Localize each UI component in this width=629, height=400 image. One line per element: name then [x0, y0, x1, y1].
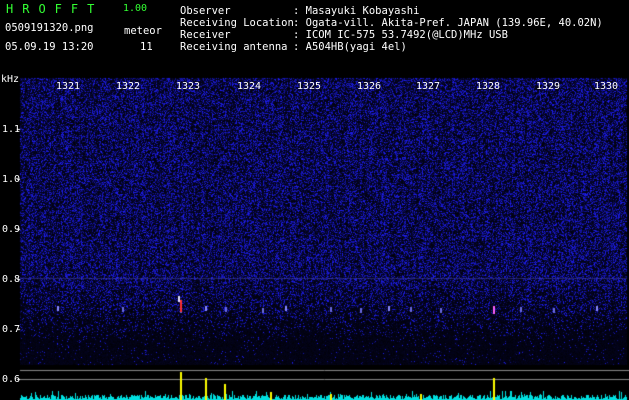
y-tick-label: 1.0 [2, 174, 21, 185]
y-tick-label: 0.9 [2, 224, 21, 235]
x-tick-label: 1329 [535, 81, 561, 92]
location-value: : Ogata-vill. Akita-Pref. JAPAN (139.96E… [293, 17, 603, 29]
observer-value: : Masayuki Kobayashi [293, 5, 420, 17]
antenna-key: Receiving antenna [180, 41, 288, 53]
receiver-key: Receiver [180, 29, 231, 41]
y-tick-label: 1.1 [2, 124, 21, 135]
x-tick-label: 1322 [115, 81, 141, 92]
location-key: Receiving Location [180, 17, 294, 29]
x-tick-label: 1325 [296, 81, 322, 92]
x-tick-label: 1330 [593, 81, 619, 92]
y-tick-label: 0.7 [2, 324, 21, 335]
y-axis-unit: kHz [1, 74, 20, 85]
app-title: HROFFT [6, 2, 104, 16]
antenna-value: : A504HB(yagi 4el) [293, 41, 407, 53]
x-tick-label: 1327 [415, 81, 441, 92]
filename-label: 0509191320.png [5, 22, 94, 34]
app-version: 1.00 [123, 3, 148, 14]
datetime-label: 05.09.19 13:20 [5, 41, 94, 53]
receiver-value: : ICOM IC-575 53.7492(@LCD)MHz USB [293, 29, 508, 41]
y-tick-label: 0.8 [2, 274, 21, 285]
x-tick-label: 1326 [356, 81, 382, 92]
meteor-count: 11 [140, 41, 153, 53]
x-tick-label: 1324 [236, 81, 262, 92]
x-tick-label: 1321 [55, 81, 81, 92]
x-tick-label: 1323 [175, 81, 201, 92]
meteor-label: meteor [124, 25, 162, 37]
spectrogram-display [0, 0, 629, 400]
y-tick-label: 0.6 [2, 374, 21, 385]
observer-key: Observer [180, 5, 231, 17]
x-tick-label: 1328 [475, 81, 501, 92]
